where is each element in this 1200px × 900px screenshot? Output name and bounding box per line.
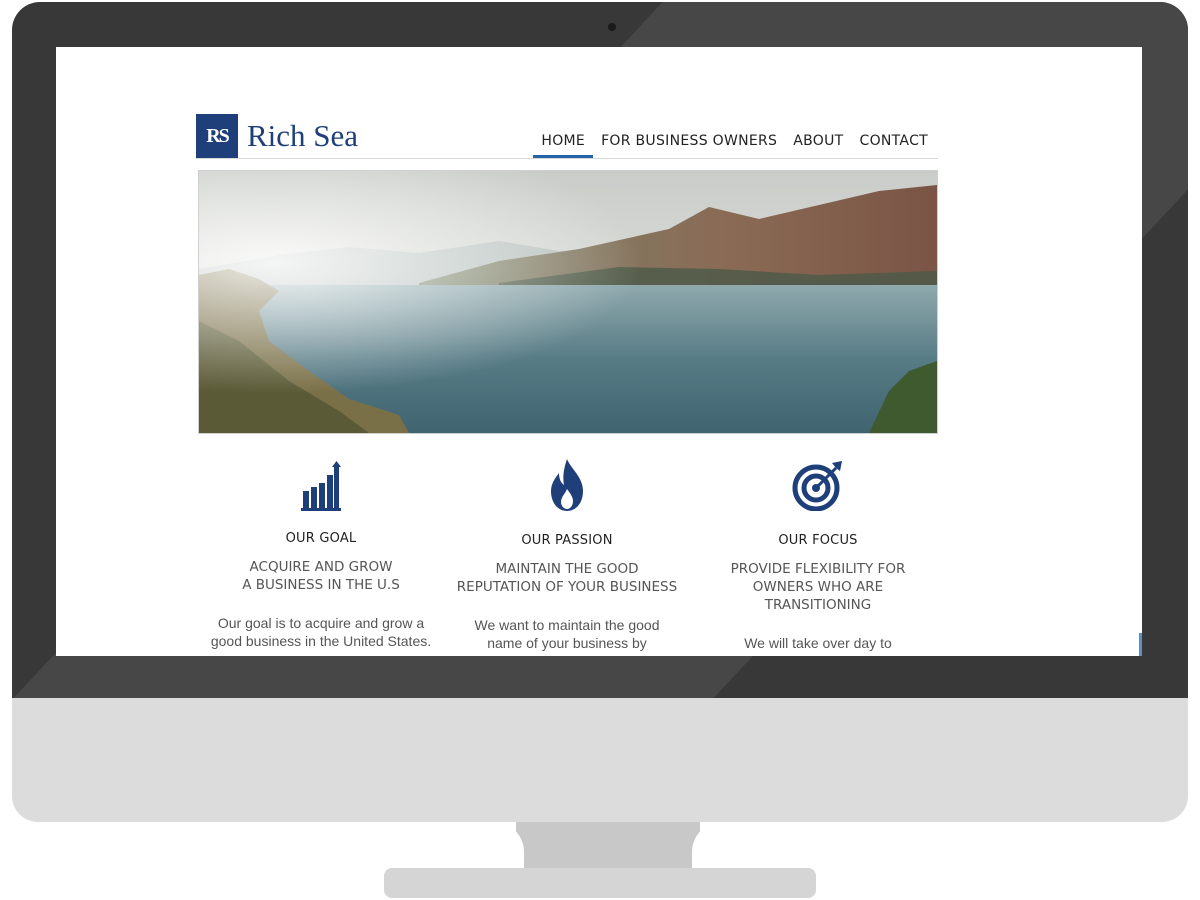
bar-chart-growth-icon xyxy=(196,459,446,511)
monitor-stand-base xyxy=(384,868,816,898)
scroll-edge xyxy=(1139,633,1142,656)
feature-subtitle: MAINTAIN THE GOOD REPUTATION OF YOUR BUS… xyxy=(456,561,678,595)
monitor-screen: RS Rich Sea HOME FOR BUSINESS OWNERS ABO… xyxy=(56,47,1142,656)
header-divider xyxy=(196,158,938,159)
lake-landscape-image xyxy=(199,171,937,433)
nav-item-about[interactable]: ABOUT xyxy=(785,133,851,158)
nav-item-home[interactable]: HOME xyxy=(533,133,594,158)
feature-description: Our goal is to acquire and grow a good b… xyxy=(210,615,432,649)
site-logo[interactable]: RS Rich Sea xyxy=(196,114,358,158)
main-nav: HOME FOR BUSINESS OWNERS ABOUT CONTACT xyxy=(533,133,936,158)
logo-mark: RS xyxy=(196,114,238,158)
monitor-chin xyxy=(12,698,1188,822)
feature-description: We want to maintain the good name of you… xyxy=(474,617,660,651)
feature-title: OUR GOAL xyxy=(285,531,357,546)
website: RS Rich Sea HOME FOR BUSINESS OWNERS ABO… xyxy=(196,47,938,656)
feature-passion: OUR PASSION MAINTAIN THE GOOD REPUTATION… xyxy=(442,459,692,652)
feature-title: OUR PASSION xyxy=(521,533,613,548)
feature-description: We will take over day to xyxy=(744,635,892,651)
feature-focus: OUR FOCUS PROVIDE FLEXIBILITY FOR OWNERS… xyxy=(693,459,943,652)
target-icon xyxy=(693,459,943,511)
nav-item-contact[interactable]: CONTACT xyxy=(852,133,937,158)
feature-subtitle: PROVIDE FLEXIBILITY FOR OWNERS WHO ARE T… xyxy=(730,561,906,613)
hero-image xyxy=(198,170,938,434)
monitor-stand-neck xyxy=(494,822,722,870)
nav-item-business-owners[interactable]: FOR BUSINESS OWNERS xyxy=(593,133,785,158)
feature-title: OUR FOCUS xyxy=(778,533,858,548)
feature-subtitle: ACQUIRE AND GROW A BUSINESS IN THE U.S xyxy=(242,559,400,593)
camera-dot xyxy=(608,23,616,31)
flame-icon xyxy=(442,459,692,511)
feature-goal: OUR GOAL ACQUIRE AND GROW A BUSINESS IN … xyxy=(196,459,446,650)
logo-text: Rich Sea xyxy=(247,118,359,153)
